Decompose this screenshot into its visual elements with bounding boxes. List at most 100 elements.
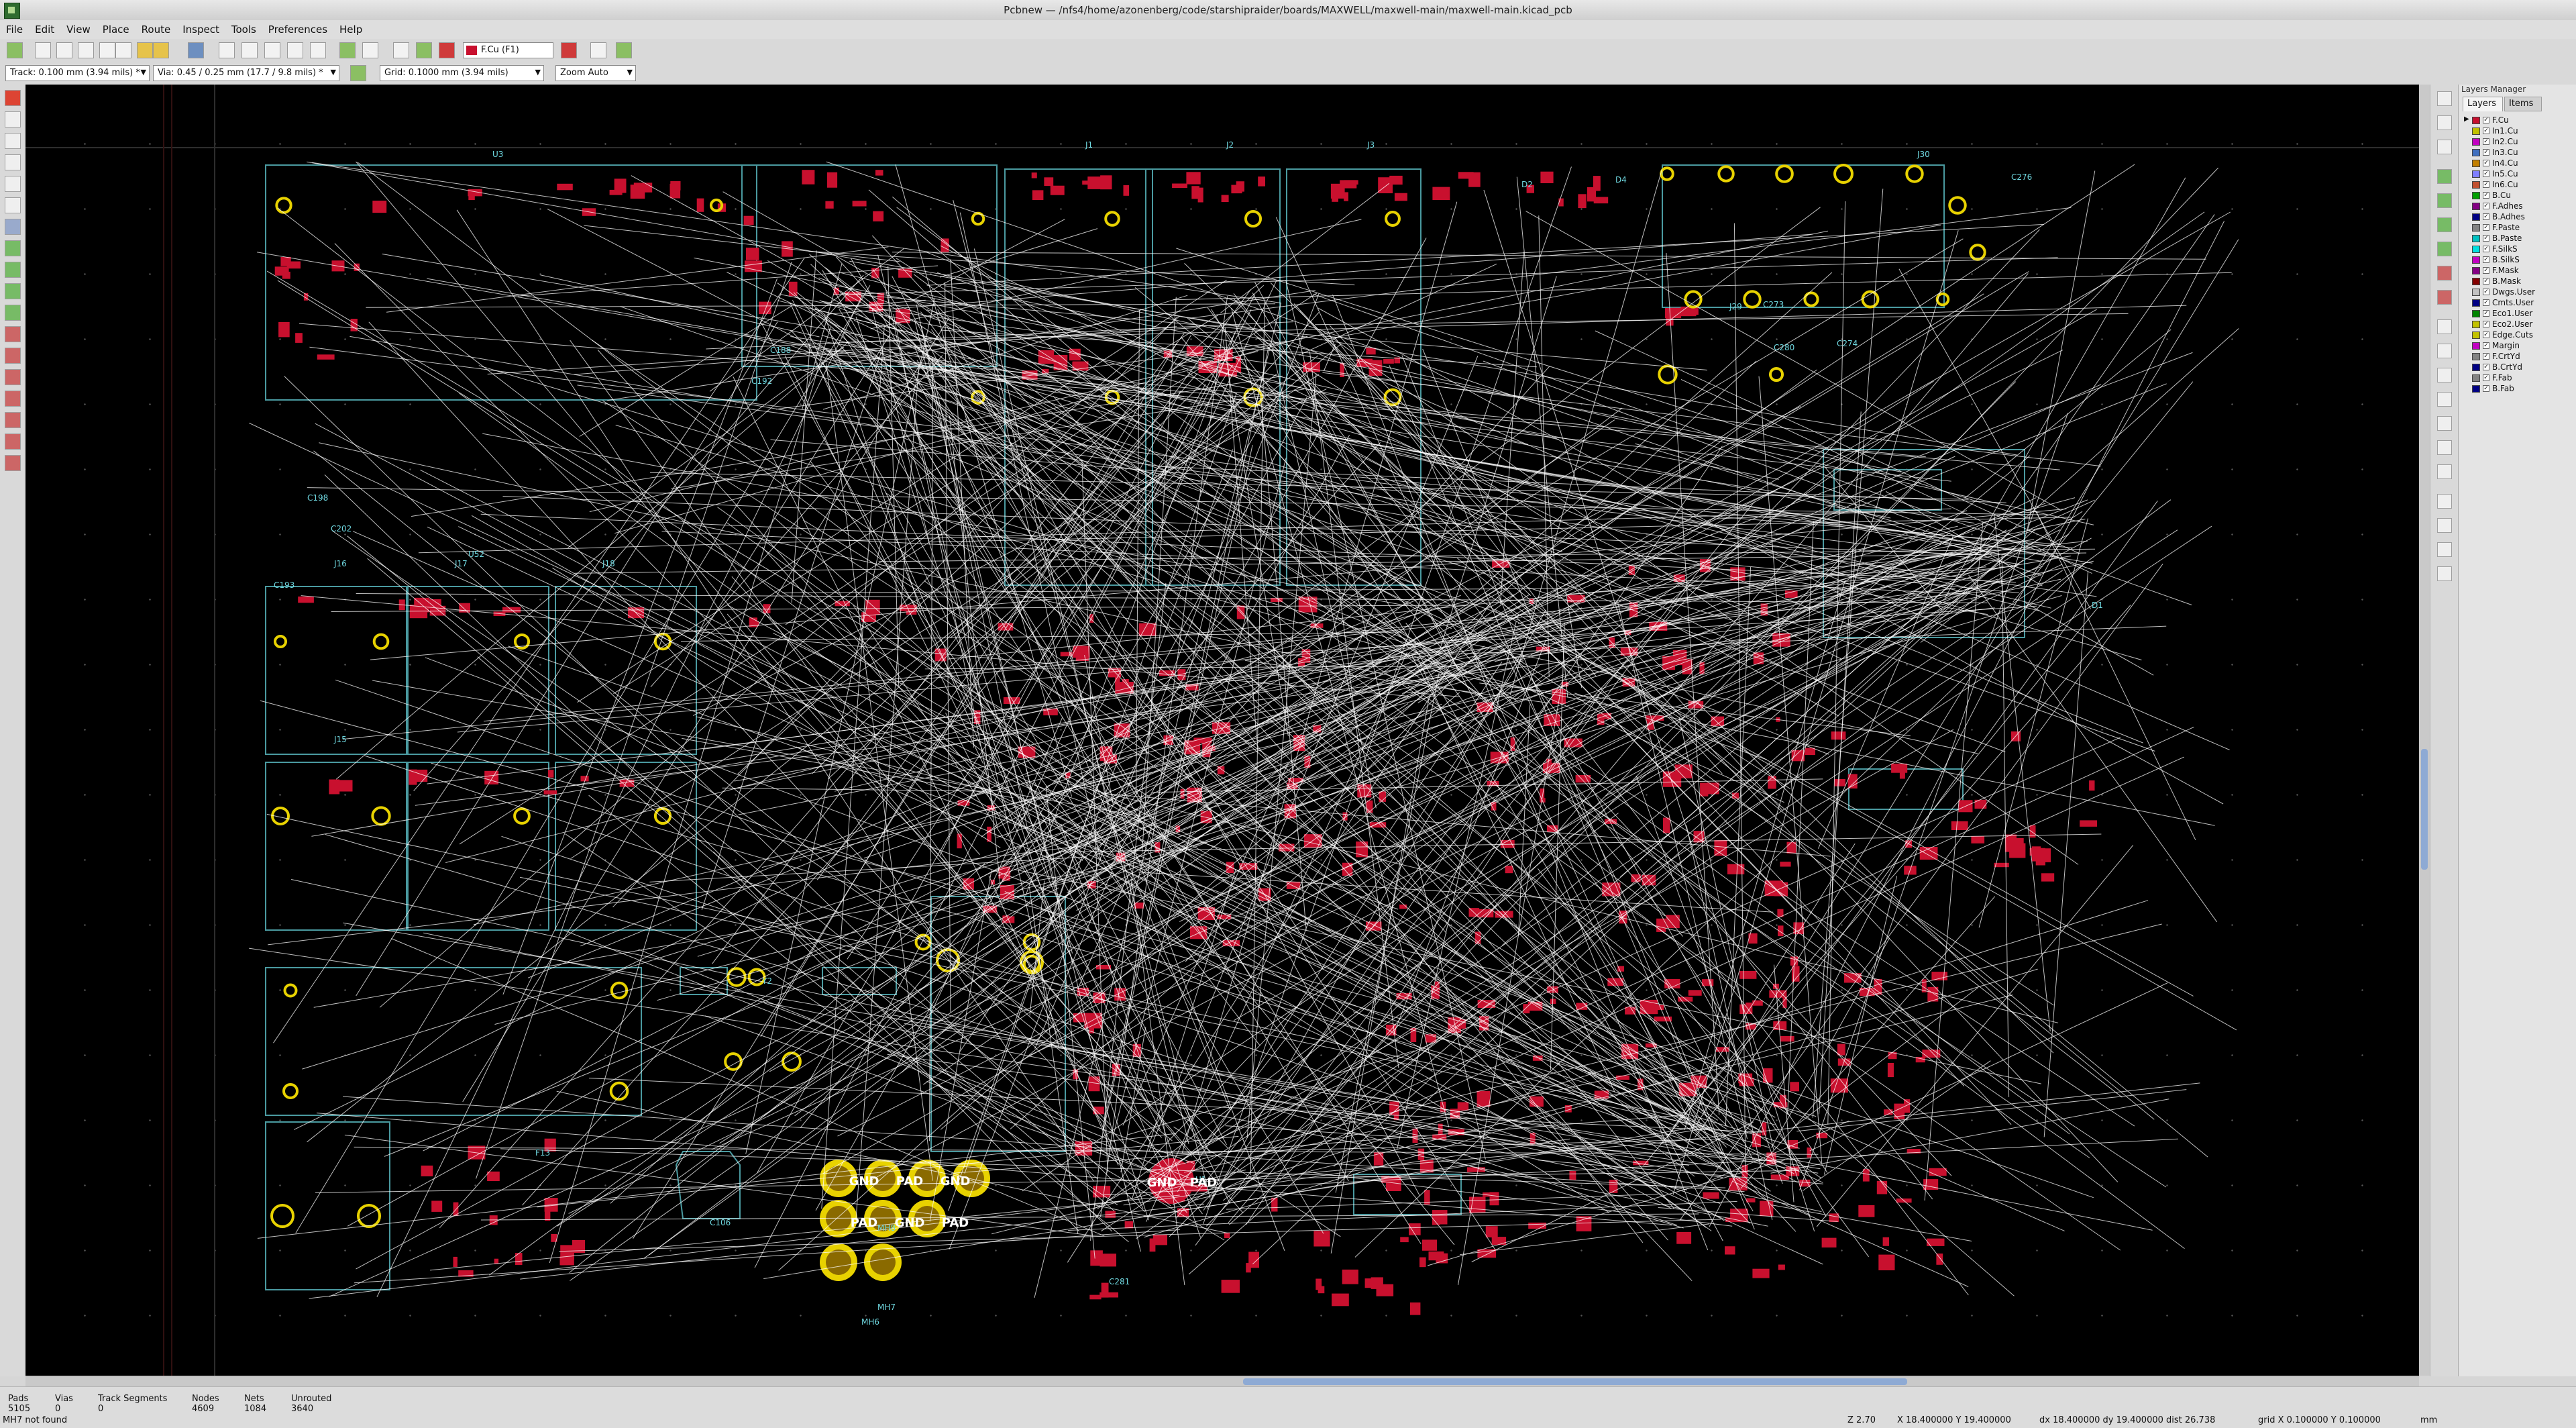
menu-inspect[interactable]: Inspect <box>176 20 225 36</box>
menu-file[interactable]: File <box>0 20 29 36</box>
layer-color-swatch[interactable] <box>2472 170 2480 178</box>
layer-visibility-checkbox[interactable]: ✓ <box>2483 235 2489 242</box>
layer-visibility-checkbox[interactable]: ✓ <box>2483 332 2489 338</box>
grid-origin-icon[interactable] <box>2437 542 2452 557</box>
zoom-out-icon[interactable] <box>264 42 280 58</box>
vertical-scrollbar[interactable] <box>2419 85 2430 1376</box>
polar-coords-icon[interactable] <box>5 133 21 149</box>
grid-select[interactable]: Grid: 0.1000 mm (3.94 mils) ▼ <box>380 65 544 81</box>
find-icon[interactable] <box>188 42 204 58</box>
layer-color-swatch[interactable] <box>2472 321 2480 328</box>
update-pcb-icon[interactable] <box>416 42 432 58</box>
layer-visibility-checkbox[interactable]: ✓ <box>2483 342 2489 349</box>
menu-tools[interactable]: Tools <box>225 20 262 36</box>
layer-visibility-checkbox[interactable]: ✓ <box>2483 203 2489 209</box>
layer-color-swatch[interactable] <box>2472 342 2480 350</box>
layer-visibility-checkbox[interactable]: ✓ <box>2483 224 2489 231</box>
pad-sketch-icon[interactable] <box>5 283 21 299</box>
zone-outline-icon[interactable] <box>5 262 21 278</box>
layer-visibility-checkbox[interactable]: ✓ <box>2483 321 2489 327</box>
layer-color-swatch[interactable] <box>2472 138 2480 146</box>
layer-visibility-checkbox[interactable]: ✓ <box>2483 181 2489 188</box>
curved-ratsnest-icon[interactable] <box>5 369 21 385</box>
add-line-icon[interactable] <box>2437 319 2452 334</box>
zoom-select[interactable]: Zoom Auto ▼ <box>555 65 636 81</box>
layer-pair-icon[interactable] <box>561 42 577 58</box>
scripting-console-icon[interactable] <box>590 42 606 58</box>
open-board-icon[interactable] <box>35 42 51 58</box>
layer-color-swatch[interactable] <box>2472 267 2480 274</box>
layer-visibility-checkbox[interactable]: ✓ <box>2483 149 2489 156</box>
board-drawing[interactable]: U3 U52 J16 J17 J18 J15 J30 J29 J1 J2 J3 D1 D2 D4 F13 C1… <box>25 85 2419 1376</box>
highlight-net-icon[interactable] <box>2437 115 2452 130</box>
route-track-icon[interactable] <box>2437 193 2452 208</box>
layer-color-swatch[interactable] <box>2472 213 2480 221</box>
layer-color-swatch[interactable] <box>2472 374 2480 382</box>
layer-color-swatch[interactable] <box>2472 117 2480 124</box>
drc-marker-icon[interactable] <box>5 90 21 106</box>
measure-tool-icon[interactable] <box>2437 566 2452 581</box>
layer-color-swatch[interactable] <box>2472 256 2480 264</box>
delete-tool-icon[interactable] <box>2437 494 2452 509</box>
layer-visibility-checkbox[interactable]: ✓ <box>2483 374 2489 381</box>
layer-color-swatch[interactable] <box>2472 192 2480 199</box>
add-arc-icon[interactable] <box>2437 368 2452 382</box>
local-ratsnest-icon[interactable] <box>2437 140 2452 154</box>
zoom-fit-icon[interactable] <box>287 42 303 58</box>
layer-color-swatch[interactable] <box>2472 160 2480 167</box>
flip-board-icon[interactable] <box>5 455 21 471</box>
horizontal-scrollbar[interactable] <box>25 1376 2419 1387</box>
layer-visibility-checkbox[interactable]: ✓ <box>2483 267 2489 274</box>
menu-place[interactable]: Place <box>97 20 136 36</box>
plot-icon[interactable] <box>115 42 131 58</box>
board-setup-icon[interactable] <box>7 42 23 58</box>
zoom-in-icon[interactable] <box>241 42 258 58</box>
save-board-icon[interactable] <box>56 42 72 58</box>
refresh-icon[interactable] <box>219 42 235 58</box>
auto-track-width-icon[interactable] <box>350 65 366 81</box>
add-dimension-icon[interactable] <box>2437 440 2452 455</box>
layer-visibility-checkbox[interactable]: ✓ <box>2483 310 2489 317</box>
add-text-icon[interactable] <box>2437 416 2452 431</box>
layer-color-swatch[interactable] <box>2472 299 2480 307</box>
layer-visibility-checkbox[interactable]: ✓ <box>2483 385 2489 392</box>
layer-color-swatch[interactable] <box>2472 235 2480 242</box>
footprint-browser-icon[interactable] <box>362 42 378 58</box>
layer-color-swatch[interactable] <box>2472 364 2480 371</box>
layer-visibility-checkbox[interactable]: ✓ <box>2483 117 2489 123</box>
units-mm-icon[interactable] <box>5 176 21 192</box>
layers-manager-icon[interactable] <box>5 391 21 407</box>
add-circle-icon[interactable] <box>2437 344 2452 358</box>
add-via-icon[interactable] <box>2437 242 2452 256</box>
via-sketch-icon[interactable] <box>5 305 21 321</box>
layer-visibility-checkbox[interactable]: ✓ <box>2483 192 2489 199</box>
layer-visibility-checkbox[interactable]: ✓ <box>2483 160 2489 166</box>
select-tool-icon[interactable] <box>2437 91 2452 106</box>
layer-color-swatch[interactable] <box>2472 181 2480 189</box>
layer-visibility-checkbox[interactable]: ✓ <box>2483 289 2489 295</box>
layer-visibility-checkbox[interactable]: ✓ <box>2483 353 2489 360</box>
microwave-toolbar-icon[interactable] <box>5 412 21 428</box>
menu-edit[interactable]: Edit <box>29 20 60 36</box>
zoom-selection-icon[interactable] <box>310 42 326 58</box>
layer-selector[interactable]: F.Cu (F1) <box>463 42 553 58</box>
track-width-select[interactable]: Track: 0.100 mm (3.94 mils) * ▼ <box>5 65 150 81</box>
horizontal-scroll-thumb[interactable] <box>1243 1378 1907 1385</box>
layer-color-swatch[interactable] <box>2472 289 2480 296</box>
layer-visibility-checkbox[interactable]: ✓ <box>2483 213 2489 220</box>
set-origin-icon[interactable] <box>2437 518 2452 533</box>
tab-items[interactable]: Items <box>2504 97 2542 111</box>
layer-color-swatch[interactable] <box>2472 224 2480 232</box>
layer-color-swatch[interactable] <box>2472 128 2480 135</box>
layer-color-swatch[interactable] <box>2472 149 2480 156</box>
netlist-icon[interactable] <box>393 42 409 58</box>
layer-visibility-checkbox[interactable]: ✓ <box>2483 246 2489 252</box>
footprint-editor-icon[interactable] <box>339 42 356 58</box>
layer-alignment-icon[interactable] <box>2437 464 2452 479</box>
layer-visibility-checkbox[interactable]: ✓ <box>2483 128 2489 134</box>
layer-visibility-checkbox[interactable]: ✓ <box>2483 278 2489 285</box>
redo-icon[interactable] <box>153 42 169 58</box>
via-size-select[interactable]: Via: 0.45 / 0.25 mm (17.7 / 9.8 mils) * ▼ <box>153 65 339 81</box>
add-zone-icon[interactable] <box>2437 266 2452 280</box>
pcb-canvas[interactable]: U3 U52 J16 J17 J18 J15 J30 J29 J1 J2 J3 D1 D2 D4 F13 C1… <box>25 85 2419 1376</box>
